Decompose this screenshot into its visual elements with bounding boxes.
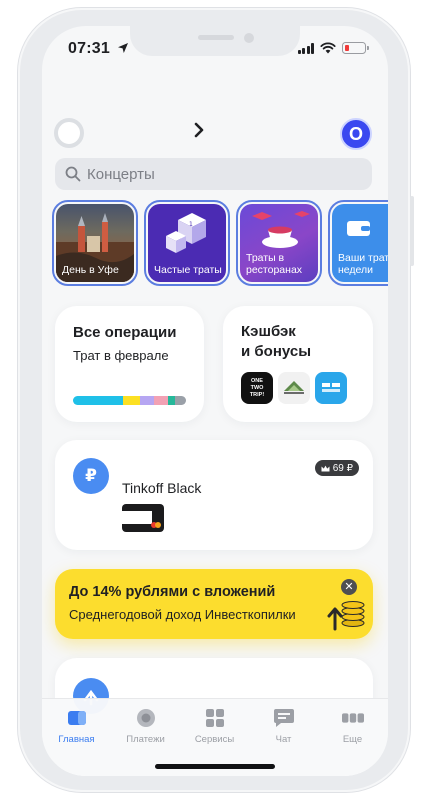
spending-segment bbox=[73, 396, 123, 405]
location-arrow-icon bbox=[117, 43, 128, 53]
crown-icon bbox=[321, 465, 330, 471]
promo-title: До 14% рублями с вложений bbox=[69, 584, 276, 600]
spending-segment bbox=[122, 396, 140, 405]
tab-label: Главная bbox=[58, 734, 95, 745]
spending-segment bbox=[154, 396, 168, 405]
tab-more[interactable]: Еще bbox=[318, 707, 387, 745]
status-indicators bbox=[297, 42, 369, 54]
ruble-account-icon: ₽ bbox=[73, 458, 109, 494]
story-caption: День в Уфе bbox=[62, 264, 119, 276]
spending-category-bar bbox=[73, 396, 186, 405]
stories-carousel: День в Уфе 1 Частые траты Траты в рестор… bbox=[52, 200, 388, 290]
partner-onetwotrip[interactable]: ONE TWO TRIP! bbox=[241, 372, 273, 404]
operations-subtitle: Трат в феврале bbox=[73, 348, 169, 363]
operations-title: Все операции bbox=[73, 324, 177, 341]
account-switcher-avatar[interactable] bbox=[54, 118, 84, 148]
account-name: Tinkoff Black bbox=[122, 480, 202, 496]
partner-onetwotrip-text: ONE TWO TRIP! bbox=[249, 377, 265, 398]
home-indicator bbox=[155, 764, 275, 769]
search-bar[interactable] bbox=[55, 158, 372, 190]
payments-icon bbox=[135, 707, 157, 729]
tab-label: Платежи bbox=[126, 734, 165, 745]
story-caption: Ваши траты недели bbox=[338, 252, 388, 276]
notch bbox=[130, 26, 300, 56]
leroy-merlin-icon bbox=[284, 381, 304, 394]
story-restaurants[interactable]: Траты в ресторанах bbox=[236, 200, 322, 286]
signal-icon bbox=[297, 42, 314, 54]
tab-payments[interactable]: Платежи bbox=[111, 707, 180, 745]
isometric-blocks-image: 1 bbox=[166, 213, 206, 253]
side-button bbox=[410, 196, 414, 266]
partner-travel[interactable] bbox=[315, 372, 347, 404]
promo-subtitle: Среднегодовой доход Инвесткопилки bbox=[69, 607, 296, 622]
bank-card-thumbnail[interactable] bbox=[122, 504, 164, 532]
battery-icon bbox=[342, 42, 369, 54]
chat-icon bbox=[273, 707, 295, 729]
tab-chat[interactable]: Чат bbox=[249, 707, 318, 745]
spending-segment bbox=[167, 396, 175, 405]
home-icon bbox=[66, 707, 88, 729]
tinkoff-black-card[interactable]: ₽ Tinkoff Black 69 ₽ bbox=[55, 440, 373, 550]
story-caption: Траты в ресторанах bbox=[246, 252, 303, 276]
partner-leroy-merlin[interactable] bbox=[278, 372, 310, 404]
mastercard-icon bbox=[151, 522, 161, 528]
cashback-title-line1: Кэшбэк bbox=[241, 323, 296, 340]
status-time-text: 07:31 bbox=[68, 40, 110, 57]
search-input[interactable] bbox=[87, 165, 337, 183]
status-time: 07:31 bbox=[68, 40, 129, 58]
cashback-title-line2: и бонусы bbox=[241, 343, 311, 360]
app-screen: 07:31 О Концерты День в Уфе 1 Частые тра… bbox=[42, 26, 388, 776]
chevron-right-icon[interactable] bbox=[192, 122, 206, 143]
tab-services[interactable]: Сервисы bbox=[180, 707, 249, 745]
svg-text:1: 1 bbox=[189, 221, 193, 228]
cashback-badge-value: 69 ₽ bbox=[332, 462, 353, 474]
profile-avatar[interactable]: О bbox=[340, 118, 372, 150]
travel-icon bbox=[322, 383, 340, 392]
spending-segment bbox=[174, 396, 186, 405]
ruble-symbol: ₽ bbox=[85, 466, 97, 485]
close-icon[interactable]: ✕ bbox=[341, 579, 357, 595]
speaker bbox=[198, 35, 234, 40]
camera bbox=[244, 33, 254, 43]
invest-promo-banner[interactable]: До 14% рублями с вложений Среднегодовой … bbox=[55, 569, 373, 639]
profile-letter: О bbox=[348, 123, 363, 144]
cashback-title: Кэшбэк и бонусы bbox=[241, 322, 311, 362]
story-caption: Частые траты bbox=[154, 264, 222, 276]
wifi-icon bbox=[320, 42, 336, 54]
search-icon bbox=[65, 166, 81, 182]
services-icon bbox=[204, 707, 226, 729]
tab-home[interactable]: Главная bbox=[42, 707, 111, 745]
tab-label: Чат bbox=[275, 734, 292, 745]
tab-label: Еще bbox=[342, 734, 363, 745]
more-icon bbox=[341, 707, 364, 729]
spending-segment bbox=[139, 396, 155, 405]
story-ufa[interactable]: День в Уфе bbox=[52, 200, 138, 286]
cashback-card[interactable]: Кэшбэк и бонусы ONE TWO TRIP! bbox=[223, 306, 373, 422]
wallet-icon bbox=[347, 221, 370, 236]
tab-label: Сервисы bbox=[194, 734, 235, 745]
cashback-badge: 69 ₽ bbox=[314, 460, 359, 476]
story-frequent-spending[interactable]: 1 Частые траты bbox=[144, 200, 230, 286]
all-operations-card[interactable]: Все операции Трат в феврале bbox=[55, 306, 204, 422]
story-weekly-spending[interactable]: Ваши траты недели bbox=[328, 200, 388, 286]
